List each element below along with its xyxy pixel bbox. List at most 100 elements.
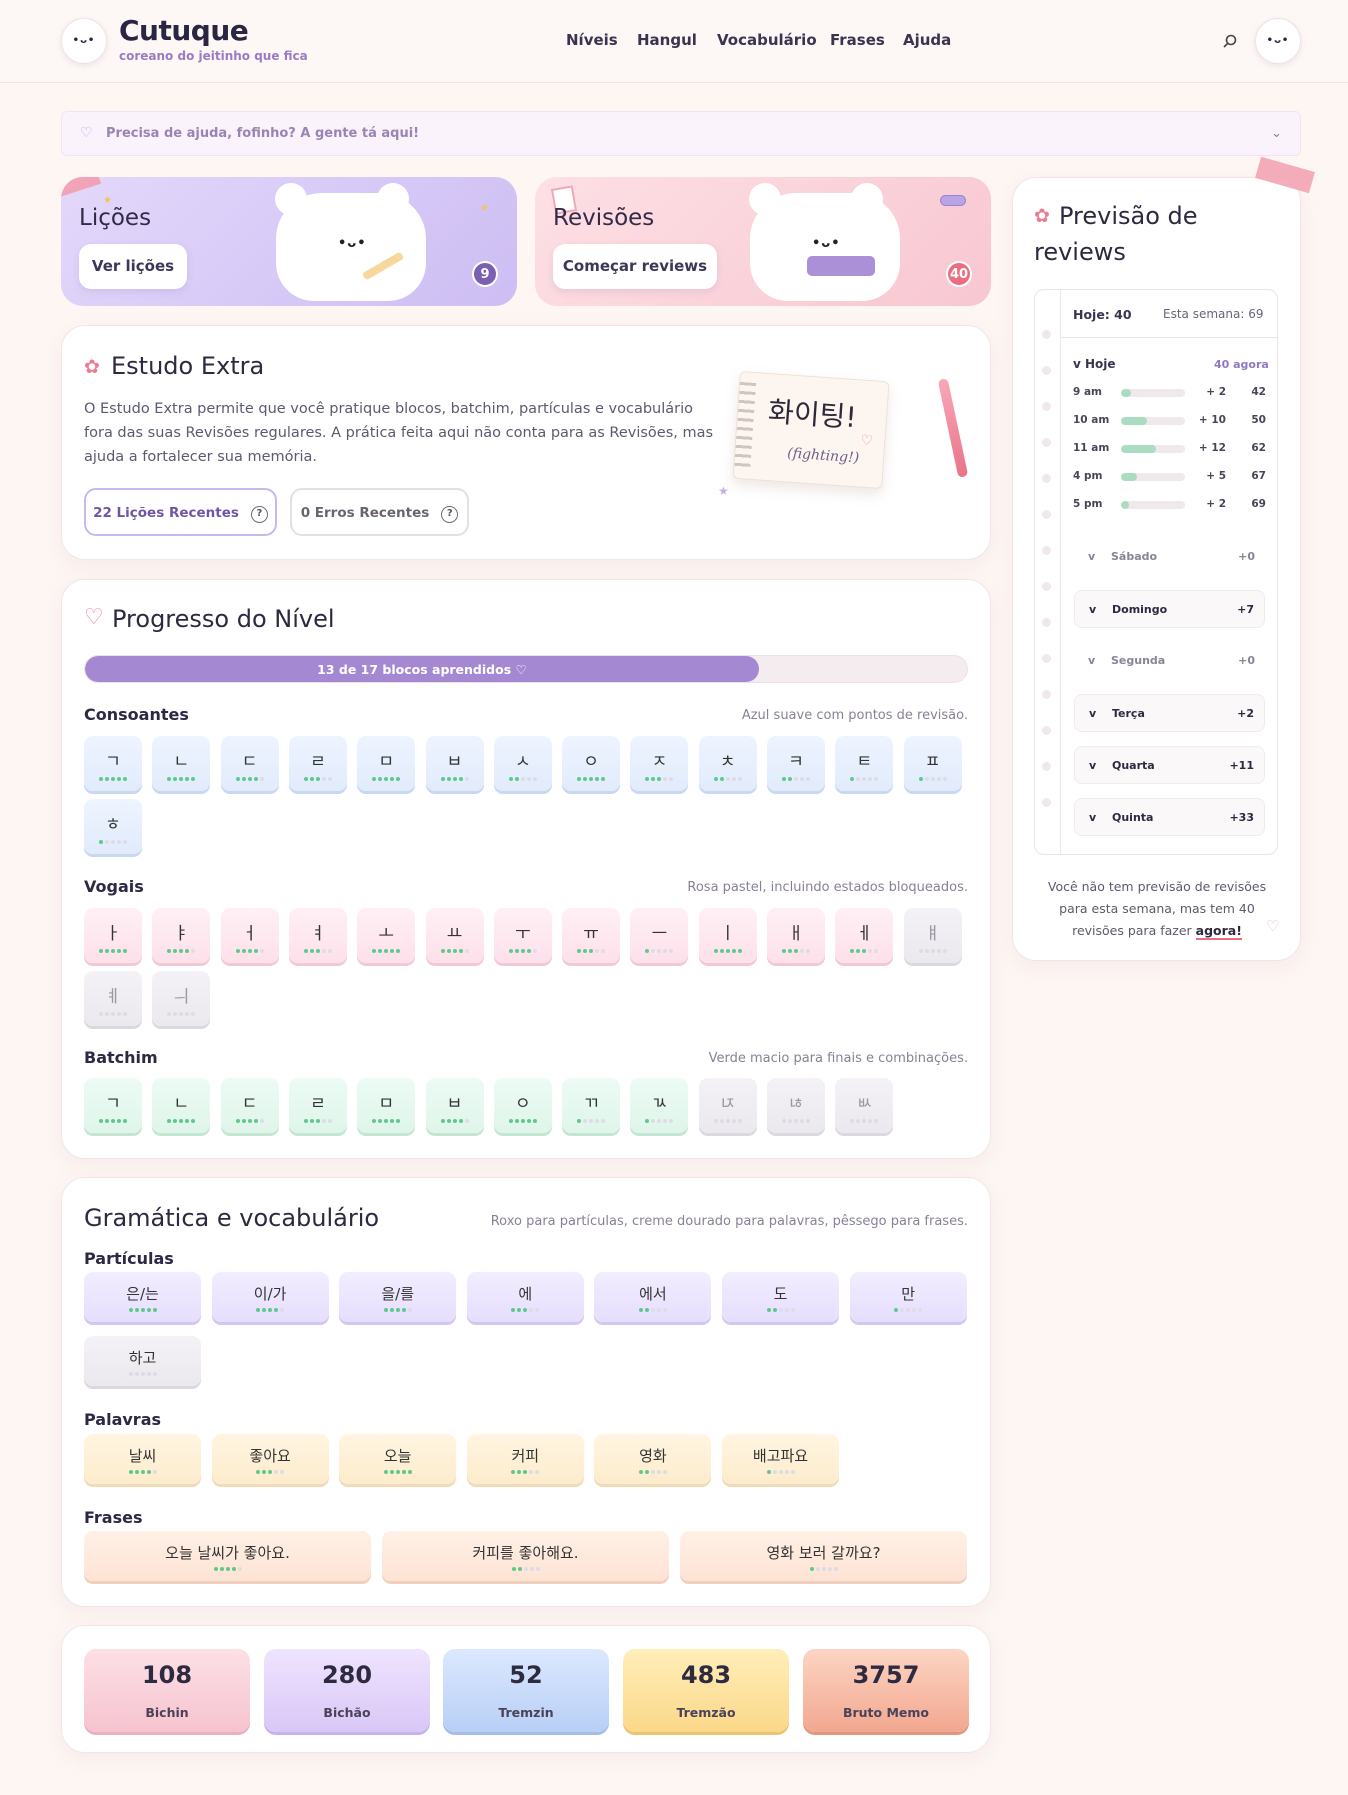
forecast-day-domingo[interactable]: v Domingo +7: [1074, 590, 1265, 628]
hangul-tile[interactable]: ㅅ: [493, 736, 552, 791]
forecast-day-terça[interactable]: v Terça +2: [1074, 694, 1265, 732]
help-icon[interactable]: ?: [441, 506, 459, 523]
hangul-tile[interactable]: ㅠ: [562, 908, 621, 963]
hangul-tile[interactable]: ㅁ: [357, 736, 416, 791]
help-icon[interactable]: ?: [250, 506, 268, 523]
view-lessons-button[interactable]: Ver lições: [79, 244, 187, 289]
chevron-icon[interactable]: v: [1088, 550, 1095, 563]
hangul-tile[interactable]: ㄳ: [630, 1078, 689, 1133]
hangul-tile[interactable]: ㄶ: [767, 1078, 825, 1133]
user-avatar[interactable]: •ᴗ•: [1255, 18, 1301, 64]
hangul-tile[interactable]: ㄲ: [562, 1078, 621, 1133]
hangul-tile[interactable]: ㄹ: [288, 1078, 347, 1133]
chevron-icon[interactable]: v: [1089, 759, 1096, 772]
hangul-tile[interactable]: ㅢ: [152, 971, 211, 1026]
hangul-tile[interactable]: ㄱ: [84, 736, 142, 791]
vocab-tile[interactable]: 배고파요: [722, 1434, 839, 1484]
review-dot: [532, 949, 537, 953]
hangul-tile[interactable]: ㅈ: [630, 736, 689, 791]
lessons-card[interactable]: Lições Ver lições •ᴗ• ★ ★ 9: [61, 177, 517, 306]
hangul-tile[interactable]: ㅜ: [493, 908, 552, 963]
forecast-day-quarta[interactable]: v Quarta +11: [1074, 746, 1265, 784]
chevron-icon[interactable]: v: [1089, 811, 1096, 824]
hangul-tile[interactable]: ㅗ: [357, 908, 416, 963]
vocab-tile[interactable]: 커피를 좋아해요.: [382, 1531, 669, 1581]
vocab-tile[interactable]: 오늘: [339, 1434, 457, 1484]
vocab-tile[interactable]: 영화: [594, 1434, 712, 1484]
notebook-hole: [1042, 402, 1051, 411]
hangul-tile[interactable]: ㅒ: [903, 908, 962, 963]
review-now-link[interactable]: agora!: [1195, 923, 1242, 940]
hangul-tile[interactable]: ㅌ: [835, 736, 894, 791]
nav-hangul[interactable]: Hangul: [637, 31, 697, 49]
vocab-tile[interactable]: 은/는: [84, 1272, 201, 1322]
recent-lessons-button[interactable]: 22 Lições Recentes?: [84, 488, 277, 536]
hangul-tile[interactable]: ㅏ: [84, 908, 142, 963]
forecast-day-sábado[interactable]: v Sábado +0: [1074, 538, 1265, 576]
stat-bichin[interactable]: 108 Bichin: [84, 1649, 250, 1732]
hangul-tile[interactable]: ㅖ: [84, 971, 142, 1026]
chevron-icon[interactable]: v: [1089, 707, 1096, 720]
hangul-tile[interactable]: ㄱ: [84, 1078, 142, 1133]
recent-errors-button[interactable]: 0 Erros Recentes?: [290, 488, 469, 536]
vocab-tile[interactable]: 하고: [84, 1336, 201, 1386]
hangul-tile[interactable]: ㄴ: [152, 736, 211, 791]
vocab-tile[interactable]: 커피: [466, 1434, 584, 1484]
forecast-day-quinta[interactable]: v Quinta +33: [1074, 798, 1265, 836]
hangul-tile[interactable]: ㅐ: [767, 908, 825, 963]
hangul-tile[interactable]: ㅣ: [698, 908, 757, 963]
nav-ajuda[interactable]: Ajuda: [903, 31, 951, 49]
stat-tremzin[interactable]: 52 Tremzin: [443, 1649, 609, 1732]
reviews-card[interactable]: Revisões Começar reviews •ᴗ• 40: [535, 177, 991, 306]
vocab-tile[interactable]: 도: [722, 1272, 839, 1322]
vocab-tile[interactable]: 오늘 날씨가 좋아요.: [84, 1531, 371, 1581]
help-banner[interactable]: ♡ Precisa de ajuda, fofinho? A gente tá …: [61, 111, 1301, 156]
vocab-tile[interactable]: 만: [849, 1272, 967, 1322]
stat-bruto-memo[interactable]: 3757 Bruto Memo: [803, 1649, 969, 1732]
vocab-tile[interactable]: 이/가: [211, 1272, 329, 1322]
nav-niveis[interactable]: Níveis: [566, 31, 618, 49]
hangul-tile[interactable]: ㅄ: [835, 1078, 894, 1133]
logo-mascot-icon[interactable]: •ᴗ•: [61, 18, 107, 64]
hangul-tile[interactable]: ㅕ: [288, 908, 347, 963]
search-icon[interactable]: [1222, 33, 1238, 49]
chevron-icon[interactable]: v: [1089, 603, 1096, 616]
vocab-tile[interactable]: 에서: [594, 1272, 712, 1322]
hangul-tile[interactable]: ㅔ: [835, 908, 894, 963]
chevron-icon[interactable]: v: [1088, 654, 1095, 667]
hangul-tile[interactable]: ㅂ: [425, 736, 484, 791]
today-section-toggle[interactable]: v Hoje: [1073, 357, 1116, 371]
hangul-tile[interactable]: ㅛ: [425, 908, 484, 963]
hangul-tile[interactable]: ㅑ: [152, 908, 211, 963]
chevron-down-icon[interactable]: ⌄: [1271, 126, 1282, 141]
brand-name[interactable]: Cutuque: [119, 14, 249, 47]
hangul-tile[interactable]: ㅎ: [84, 799, 142, 854]
hangul-tile[interactable]: ㅇ: [493, 1078, 552, 1133]
hangul-tile[interactable]: ㅁ: [357, 1078, 416, 1133]
stat-tremzao[interactable]: 483 Tremzão: [623, 1649, 789, 1732]
hangul-tile[interactable]: ㅓ: [220, 908, 279, 963]
nav-frases[interactable]: Frases: [830, 31, 885, 49]
hangul-tile[interactable]: ㄴ: [152, 1078, 211, 1133]
review-dots: [84, 1372, 201, 1379]
review-dot: [464, 1119, 469, 1123]
hangul-tile[interactable]: ㄷ: [220, 736, 279, 791]
hangul-tile[interactable]: ㅊ: [698, 736, 757, 791]
stat-bichao[interactable]: 280 Bichão: [264, 1649, 430, 1732]
hangul-tile[interactable]: ㅡ: [630, 908, 689, 963]
vocab-tile[interactable]: 을/를: [339, 1272, 457, 1322]
start-reviews-button[interactable]: Começar reviews: [553, 244, 717, 289]
vocab-tile[interactable]: 좋아요: [211, 1434, 329, 1484]
hangul-tile[interactable]: ㄵ: [698, 1078, 757, 1133]
hangul-tile[interactable]: ㅇ: [562, 736, 621, 791]
hangul-tile[interactable]: ㄹ: [288, 736, 347, 791]
forecast-day-segunda[interactable]: v Segunda +0: [1074, 642, 1265, 680]
hangul-tile[interactable]: ㅂ: [425, 1078, 484, 1133]
hangul-tile[interactable]: ㅍ: [903, 736, 962, 791]
nav-vocabulario[interactable]: Vocabulário: [717, 31, 817, 49]
vocab-tile[interactable]: 영화 보러 갈까요?: [680, 1531, 967, 1581]
hangul-tile[interactable]: ㅋ: [767, 736, 825, 791]
vocab-tile[interactable]: 날씨: [84, 1434, 201, 1484]
vocab-tile[interactable]: 에: [466, 1272, 584, 1322]
hangul-tile[interactable]: ㄷ: [220, 1078, 279, 1133]
